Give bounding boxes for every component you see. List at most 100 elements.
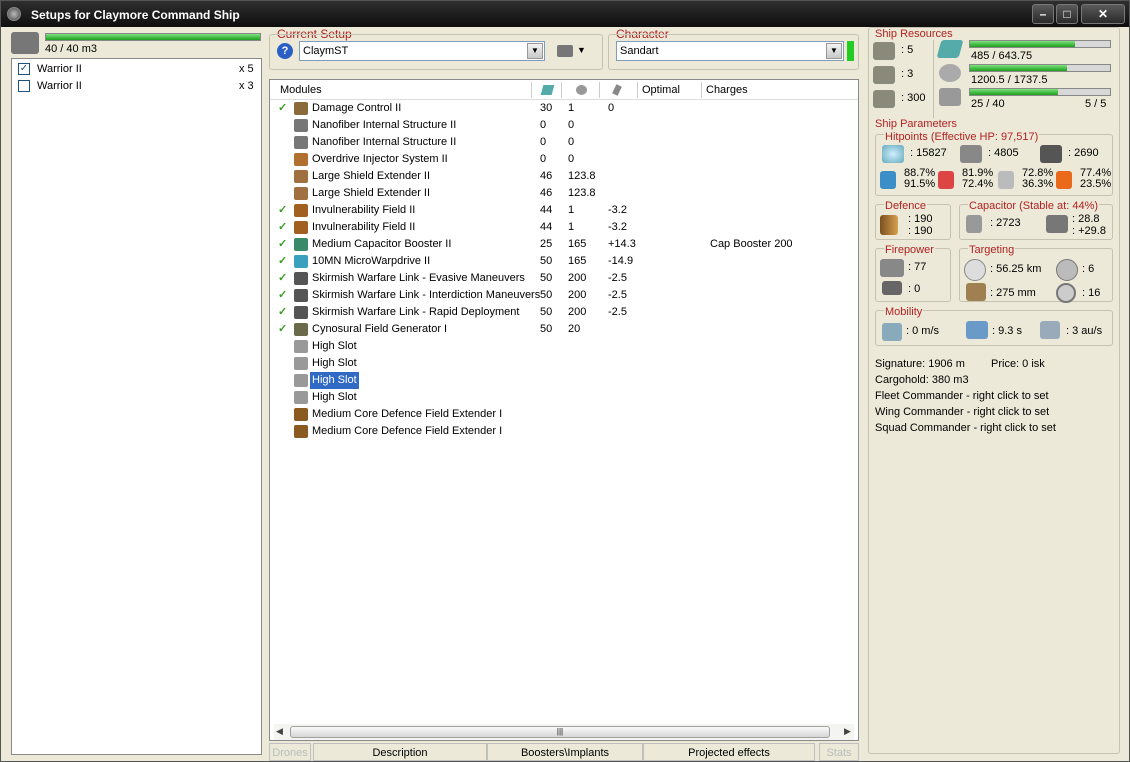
horizontal-scrollbar[interactable]: ◀ ||| ▶: [274, 724, 854, 740]
module-row[interactable]: High Slot: [276, 338, 856, 355]
drone-bay-capacity: : 300: [901, 92, 926, 104]
max-velocity: : 0 m/s: [906, 325, 940, 337]
module-row[interactable]: ✓ Damage Control II 30 1 0: [276, 100, 856, 117]
powergrid-column-header[interactable]: [562, 82, 600, 98]
drone-list[interactable]: ✓ Warrior II x 5 Warrior II x 3: [11, 58, 262, 755]
mobility-label: Mobility: [884, 306, 924, 318]
module-row[interactable]: Overdrive Injector System II 0 0: [276, 151, 856, 168]
shield-hp: : 15827: [910, 147, 947, 159]
module-name: Damage Control II: [312, 102, 402, 114]
kinetic-resist-icon: [998, 171, 1014, 189]
active-check-icon: ✓: [278, 306, 288, 318]
sensor-strength-icon: [1056, 283, 1076, 303]
setup-select[interactable]: ClaymST ▼: [299, 41, 545, 61]
module-name: Nanofiber Internal Structure II: [312, 136, 457, 148]
module-icon: [294, 374, 308, 387]
cpu-column-header[interactable]: [532, 82, 562, 98]
chevron-down-icon[interactable]: ▼: [527, 43, 543, 59]
module-capacitor: -2.5: [608, 289, 627, 301]
drone-checkbox[interactable]: ✓: [18, 63, 30, 75]
module-icon: [294, 102, 308, 115]
charges-column-header[interactable]: Charges: [702, 82, 858, 98]
fleet-commander[interactable]: Fleet Commander - right click to set: [875, 390, 1049, 402]
module-row[interactable]: ✓ Skirmish Warfare Link - Interdiction Ma…: [276, 287, 856, 304]
module-row[interactable]: ✓ 10MN MicroWarpdrive II 50 165 -14.9: [276, 253, 856, 270]
wing-commander[interactable]: Wing Commander - right click to set: [875, 406, 1049, 418]
powergrid-value: 1200.5 / 1737.5: [971, 74, 1048, 86]
tab-projected-effects[interactable]: Projected effects: [643, 743, 815, 761]
module-cpu: 44: [540, 221, 553, 233]
capacitor-label: Capacitor (Stable at: 44%): [968, 200, 1100, 212]
optimal-column-header[interactable]: Optimal: [638, 82, 702, 98]
cpu-value: 485 / 643.75: [971, 50, 1033, 62]
module-name: Medium Core Defence Field Extender I: [312, 425, 503, 437]
title-bar: Setups for Claymore Command Ship – □ ✕: [1, 1, 1129, 27]
mobility-group: Mobility : 0 m/s : 9.3 s : 3 au/s: [875, 306, 1113, 346]
capacitor-amount: : 2723: [990, 217, 1021, 229]
module-row[interactable]: ✓ Skirmish Warfare Link - Rapid Deploymen…: [276, 304, 856, 321]
character-select[interactable]: Sandart ▼: [616, 41, 844, 61]
modules-column-header[interactable]: Modules: [276, 82, 532, 98]
drone-bay-capacity-icon: [873, 90, 895, 108]
max-targets-icon: [1056, 259, 1078, 281]
capacitor-group: Capacitor (Stable at: 44%) : 2723 : 28.8…: [959, 200, 1113, 240]
capacitor-column-header[interactable]: [600, 82, 638, 98]
module-name: Cynosural Field Generator I: [312, 323, 448, 335]
chevron-down-icon[interactable]: ▼: [826, 43, 842, 59]
module-row[interactable]: Large Shield Extender II 46 123.8: [276, 168, 856, 185]
calibration-icon: [939, 88, 961, 106]
modules-list[interactable]: Modules Optimal Charges ✓ Damage Control …: [269, 79, 859, 741]
max-targets: : 6: [1082, 263, 1095, 275]
module-cpu: 50: [540, 289, 553, 301]
turret-hardpoint-icon: [873, 42, 895, 60]
character-select-value: Sandart: [620, 45, 659, 57]
help-icon[interactable]: ?: [277, 43, 293, 59]
ship-menu-button[interactable]: ▼: [557, 43, 587, 59]
module-icon: [294, 272, 308, 285]
drone-bandwidth-bar: [45, 33, 261, 41]
module-row[interactable]: ✓ Cynosural Field Generator I 50 20: [276, 321, 856, 338]
maximize-button[interactable]: □: [1056, 4, 1078, 24]
powergrid-icon: [939, 64, 961, 82]
module-row[interactable]: Nanofiber Internal Structure II 0 0: [276, 134, 856, 151]
module-row[interactable]: ✓ Skirmish Warfare Link - Evasive Maneuve…: [276, 270, 856, 287]
module-row[interactable]: ✓ Medium Capacitor Booster II 25 165 +14.3 Ca…: [276, 236, 856, 253]
drone-checkbox[interactable]: [18, 80, 30, 92]
module-row[interactable]: High Slot: [276, 372, 856, 389]
align-time-icon: [966, 321, 988, 339]
module-row[interactable]: Medium Core Defence Field Extender I: [276, 406, 856, 423]
tab-drones[interactable]: Drones: [269, 743, 311, 761]
scrollbar-thumb[interactable]: |||: [290, 726, 830, 738]
module-icon: [294, 357, 308, 370]
scroll-right-icon[interactable]: ▶: [844, 726, 851, 737]
module-icon: [294, 425, 308, 438]
close-button[interactable]: ✕: [1081, 4, 1125, 24]
cpu-icon: [540, 85, 555, 95]
drone-bandwidth-text: 40 / 40 m3: [45, 43, 97, 55]
tab-description[interactable]: Description: [313, 743, 487, 761]
tab-boosters-implants[interactable]: Boosters\Implants: [487, 743, 643, 761]
module-capacitor: -3.2: [608, 221, 627, 233]
module-row[interactable]: High Slot: [276, 355, 856, 372]
module-row[interactable]: ✓ Invulnerability Field II 44 1 -3.2: [276, 202, 856, 219]
module-row[interactable]: High Slot: [276, 389, 856, 406]
module-row[interactable]: Medium Core Defence Field Extender I: [276, 423, 856, 440]
module-icon: [294, 221, 308, 234]
tab-stats[interactable]: Stats: [819, 743, 859, 761]
defence-value-a: : 190: [908, 213, 933, 225]
module-name: Skirmish Warfare Link - Rapid Deployment: [312, 306, 520, 318]
active-check-icon: ✓: [278, 221, 288, 233]
minimize-button[interactable]: –: [1032, 4, 1054, 24]
squad-commander[interactable]: Squad Commander - right click to set: [875, 422, 1056, 434]
structure-hp: : 2690: [1068, 147, 1099, 159]
scroll-left-icon[interactable]: ◀: [276, 726, 283, 737]
module-row[interactable]: Large Shield Extender II 46 123.8: [276, 185, 856, 202]
module-capacitor: +14.3: [608, 238, 636, 250]
price: Price: 0 isk: [991, 358, 1045, 370]
warp-speed: : 3 au/s: [1066, 325, 1103, 337]
module-row[interactable]: Nanofiber Internal Structure II 0 0: [276, 117, 856, 134]
module-name: High Slot: [312, 391, 357, 403]
ship-parameters-label: Ship Parameters: [875, 118, 957, 130]
module-row[interactable]: ✓ Invulnerability Field II 44 1 -3.2: [276, 219, 856, 236]
drone-name: Warrior II: [37, 63, 82, 75]
